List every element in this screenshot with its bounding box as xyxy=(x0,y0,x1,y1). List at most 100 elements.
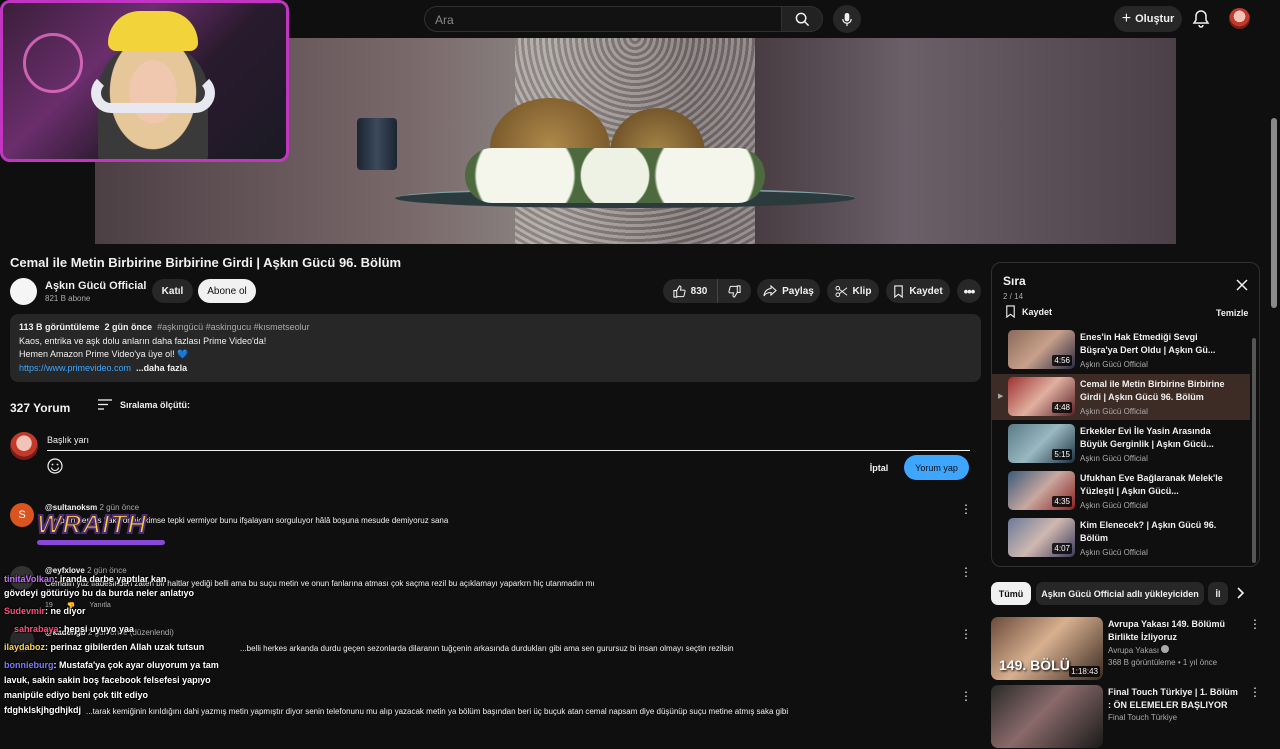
bookmark-icon xyxy=(894,284,904,298)
playlist-item-title: Enes'in Hak Etmediği Sevgi Büşra'ya Dert… xyxy=(1080,332,1216,355)
video-frame-flowers xyxy=(465,148,765,203)
recommended-channel: Final Touch Türkiye xyxy=(1108,713,1178,722)
share-label: Paylaş xyxy=(782,285,814,297)
comment-item: S @sultanoksm 2 gün önce ...yapsın herke… xyxy=(10,503,985,543)
chip-uploader[interactable]: Aşkın Gücü Official adlı yükleyiciden xyxy=(1036,582,1204,605)
show-more-link[interactable]: ...daha fazla xyxy=(136,363,187,373)
description-link[interactable]: https://www.primevideo.com xyxy=(19,363,131,373)
playlist-item-title: Erkekler Evi İle Yasin Arasında Büyük Ge… xyxy=(1080,426,1214,449)
playlist-panel: Sıra 2 / 14 Kaydet Temizle 4:56 Enes'in … xyxy=(991,262,1260,567)
comment-item: ...tarak kemiğinin kırıldığını dahi yazm… xyxy=(10,690,985,718)
chat-text: : iranda darbe yaptılar kan xyxy=(54,574,167,584)
search-input[interactable]: Ara xyxy=(424,6,782,32)
subscribe-button[interactable]: Abone ol xyxy=(198,279,256,303)
playlist-item-title: Kim Elenecek? | Aşkın Gücü 96. Bölüm xyxy=(1080,520,1217,543)
chevron-right-icon xyxy=(1237,587,1245,599)
voice-search-button[interactable] xyxy=(833,5,861,33)
notifications-button[interactable] xyxy=(1190,8,1212,30)
playlist-item[interactable]: 5:15 Erkekler Evi İle Yasin Arasında Büy… xyxy=(992,421,1250,467)
chat-user: sahrabaya xyxy=(14,624,59,634)
chip-related[interactable]: İl xyxy=(1208,582,1228,605)
playlist-position: 2 / 14 xyxy=(1003,292,1024,301)
recommended-menu-icon[interactable]: ⋮ xyxy=(1249,617,1261,631)
comment-menu-icon[interactable]: ⋮ xyxy=(960,690,972,704)
verified-icon xyxy=(1161,645,1170,653)
streamer-webcam-overlay xyxy=(0,0,289,162)
clip-button[interactable]: Klip xyxy=(827,279,879,303)
duration-badge: 1:18:43 xyxy=(1069,666,1100,677)
comment-input[interactable] xyxy=(47,430,970,451)
comment-text: ...belli herkes arkanda durdu geçen sezo… xyxy=(240,644,734,653)
video-title: Cemal ile Metin Birbirine Birbirine Gird… xyxy=(10,255,402,270)
chip-all[interactable]: Tümü xyxy=(991,582,1031,605)
recommended-menu-icon[interactable]: ⋮ xyxy=(1249,685,1261,699)
scissors-icon xyxy=(835,285,847,297)
playlist-thumbnail: 4:35 xyxy=(1008,471,1075,510)
playlist-title: Sıra xyxy=(1003,274,1026,288)
hashtags[interactable]: #aşkıngücü #askingucu #kısmetseolur xyxy=(157,322,310,332)
description-box[interactable]: 113 B görüntüleme 2 gün önce #aşkıngücü … xyxy=(10,314,981,382)
duration-badge: 5:15 xyxy=(1052,449,1072,460)
cancel-button[interactable]: İptal xyxy=(862,457,896,479)
upload-date: 2 gün önce xyxy=(104,322,153,332)
playlist-clear-button[interactable]: Temizle xyxy=(1216,308,1248,318)
thumbnail-caption: 149. BÖLÜ xyxy=(999,657,1070,673)
comment-menu-icon[interactable]: ⋮ xyxy=(960,628,972,642)
description-line-1: Kaos, entrika ve aşk dolu anların daha f… xyxy=(19,335,267,346)
duration-badge: 4:07 xyxy=(1052,543,1072,554)
search-button[interactable] xyxy=(781,6,823,32)
channel-name[interactable]: Aşkın Gücü Official xyxy=(45,280,146,292)
chat-text: : perinaz gibilerden Allah uzak tutsun xyxy=(45,642,205,652)
chat-text: gövdeyi götürüyo bu da burda neler anlat… xyxy=(4,588,195,598)
playlist-item[interactable]: 4:56 Enes'in Hak Etmediği Sevgi Büşra'ya… xyxy=(992,327,1250,373)
video-frame-mug xyxy=(357,118,397,170)
playlist-scrollbar[interactable] xyxy=(1252,338,1256,563)
like-count: 830 xyxy=(690,285,708,297)
playlist-item-channel: Aşkın Gücü Official xyxy=(1080,454,1148,463)
playlist-item[interactable]: 4:07 Kim Elenecek? | Aşkın Gücü 96. Bölü… xyxy=(992,515,1250,561)
playlist-thumbnail: 4:56 xyxy=(1008,330,1075,369)
create-button[interactable]: + Oluştur xyxy=(1114,6,1182,32)
recommended-video[interactable]: Final Touch Türkiye | 1. Bölüm : ÖN ELEM… xyxy=(991,685,1261,749)
save-button[interactable]: Kaydet xyxy=(886,279,950,303)
comment-avatar[interactable]: S xyxy=(10,503,34,527)
channel-avatar[interactable] xyxy=(10,278,37,305)
pikachu-hat xyxy=(108,11,198,51)
chat-user: ilaydaboz xyxy=(4,642,46,652)
playlist-item[interactable]: 4:35 Ufukhan Eve Bağlaranak Melek'le Yüz… xyxy=(992,468,1250,514)
chat-message: fdghklskjhgdhjkdj xyxy=(4,705,81,715)
more-actions-button[interactable]: ••• xyxy=(957,279,981,303)
account-avatar[interactable] xyxy=(1229,8,1250,29)
page-scrollbar[interactable] xyxy=(1271,118,1277,308)
clip-label: Klip xyxy=(852,285,872,297)
plus-icon: + xyxy=(1121,10,1132,27)
duration-badge: 4:56 xyxy=(1052,355,1072,366)
playlist-thumbnail: 4:48 xyxy=(1008,377,1075,416)
recommended-video[interactable]: 149. BÖLÜ 1:18:43 Avrupa Yakası 149. Böl… xyxy=(991,617,1261,681)
chat-message: bonnieburg: Mustafa'ya çok ayar oluyorum… xyxy=(4,660,219,670)
dislike-button[interactable] xyxy=(717,279,751,303)
recommended-title: Final Touch Türkiye | 1. Bölüm : ÖN ELEM… xyxy=(1108,687,1238,710)
submit-comment-button[interactable]: Yorum yap xyxy=(904,455,969,480)
emoji-button[interactable] xyxy=(47,458,65,476)
join-button[interactable]: Katıl xyxy=(152,279,193,303)
comment-count: 327 Yorum xyxy=(10,401,71,415)
comment-menu-icon[interactable]: ⋮ xyxy=(960,566,972,580)
close-playlist-button[interactable] xyxy=(1235,278,1249,292)
share-button[interactable]: Paylaş xyxy=(757,279,820,303)
playlist-save-button[interactable]: Kaydet xyxy=(1005,305,1052,318)
search-icon xyxy=(795,12,809,26)
comment-menu-icon[interactable]: ⋮ xyxy=(960,503,972,517)
chat-user: Sudevmir xyxy=(4,606,46,616)
sort-button[interactable]: Sıralama ölçütü: xyxy=(98,399,190,410)
description-line-2: Hemen Amazon Prime Video'ya üye ol! 💙 xyxy=(19,349,189,359)
like-button[interactable]: 830 xyxy=(663,279,717,303)
chips-next-button[interactable] xyxy=(1233,586,1249,602)
now-playing-icon: ▶ xyxy=(998,393,1004,400)
reply-button[interactable]: Yanıtla xyxy=(90,602,111,610)
view-count: 113 B görüntüleme xyxy=(19,322,100,332)
comment-text: ...tarak kemiğinin kırıldığını dahi yazm… xyxy=(86,707,789,716)
chat-message: lavuk, sakin sakin boş facebook felsefes… xyxy=(4,675,211,685)
playlist-item-current[interactable]: ▶ 4:48 Cemal ile Metin Birbirine Birbiri… xyxy=(992,374,1250,420)
chat-text: manipüle ediyo beni çok tilt ediyo xyxy=(4,690,149,700)
